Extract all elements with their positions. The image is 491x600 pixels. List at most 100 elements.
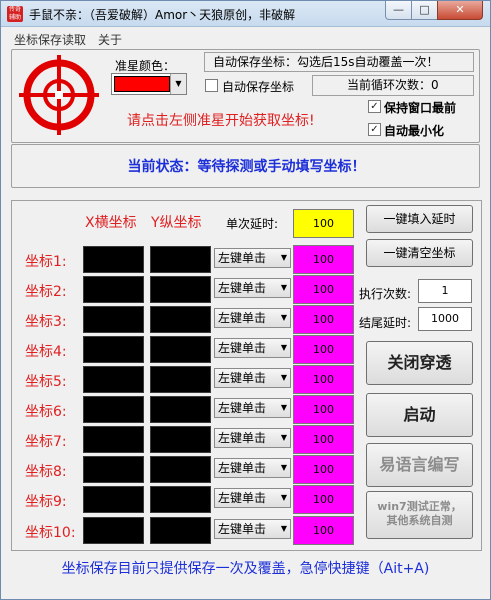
y-coord-input[interactable] <box>150 366 211 393</box>
click-action-value: 左键单击 <box>218 281 267 295</box>
y-coord-input[interactable] <box>150 456 211 483</box>
x-coord-input[interactable] <box>83 486 144 513</box>
loop-count-display: 当前循环次数：0 <box>312 75 474 96</box>
click-action-value: 左键单击 <box>218 371 267 385</box>
x-coord-input[interactable] <box>83 246 144 273</box>
click-action-value: 左键单击 <box>218 522 267 536</box>
y-coord-input[interactable] <box>150 426 211 453</box>
auto-minimize-label: 自动最小化 <box>384 124 445 138</box>
app-window: 传奇 辅助 手鼠不亲：（吾爱破解）Amor丶天狼原创，非破解 — □ ✕ 坐标保… <box>0 0 491 600</box>
x-coord-header: X横坐标 <box>85 215 137 231</box>
menu-coord-save-load[interactable]: 坐标保存读取 <box>14 31 86 48</box>
maximize-button[interactable]: □ <box>411 1 438 20</box>
easy-lang-button[interactable]: 易语言编写 <box>366 443 473 487</box>
keep-top-label: 保持窗口最前 <box>384 101 457 115</box>
x-coord-input[interactable] <box>83 336 144 363</box>
row-delay-input[interactable]: 100 <box>293 455 354 484</box>
start-button[interactable]: 启动 <box>366 393 473 437</box>
row-delay-input[interactable]: 100 <box>293 245 354 274</box>
click-action-select[interactable]: 左键单击 ▼ <box>214 519 291 539</box>
chevron-down-icon[interactable]: ▼ <box>170 74 186 94</box>
chevron-down-icon: ▼ <box>280 313 287 322</box>
status-panel: 当前状态：等待探测或手动填写坐标！ <box>11 144 480 188</box>
chevron-down-icon: ▼ <box>280 283 287 292</box>
star-color-swatch <box>114 76 170 92</box>
click-action-select[interactable]: 左键单击 ▼ <box>214 338 291 358</box>
row-delay-input[interactable]: 100 <box>293 275 354 304</box>
keep-top-checkbox[interactable]: ✓ <box>368 100 381 113</box>
y-coord-header: Y纵坐标 <box>151 215 202 231</box>
chevron-down-icon: ▼ <box>280 463 287 472</box>
y-coord-input[interactable] <box>150 246 211 273</box>
chevron-down-icon: ▼ <box>280 403 287 412</box>
click-action-value: 左键单击 <box>218 491 267 505</box>
click-action-select[interactable]: 左键单击 ▼ <box>214 458 291 478</box>
autosave-checkbox[interactable] <box>205 79 218 92</box>
close-through-button[interactable]: 关闭穿透 <box>366 341 473 385</box>
coord-row-label: 坐标6: <box>25 404 67 420</box>
status-text: 当前状态：等待探测或手动填写坐标！ <box>127 159 366 175</box>
coord-row-label: 坐标5: <box>25 374 67 390</box>
clear-coords-button[interactable]: 一键清空坐标 <box>366 239 473 267</box>
crosshair-icon[interactable] <box>15 51 103 139</box>
x-coord-input[interactable] <box>83 366 144 393</box>
x-coord-input[interactable] <box>83 276 144 303</box>
coord-row-label: 坐标4: <box>25 344 67 360</box>
y-coord-input[interactable] <box>150 306 211 333</box>
chevron-down-icon: ▼ <box>280 373 287 382</box>
coord-row-label: 坐标10: <box>25 525 76 541</box>
click-action-value: 左键单击 <box>218 341 267 355</box>
x-coord-input[interactable] <box>83 517 144 544</box>
autosave-hint: 自动保存坐标：勾选后15s自动覆盖一次！ <box>204 52 474 72</box>
single-delay-label: 单次延时: <box>226 217 279 231</box>
click-action-value: 左键单击 <box>218 311 267 325</box>
row-delay-input[interactable]: 100 <box>293 425 354 454</box>
chevron-down-icon: ▼ <box>280 433 287 442</box>
minimize-button[interactable]: — <box>385 1 412 20</box>
row-delay-input[interactable]: 100 <box>293 516 354 545</box>
footer-note: 坐标保存目前只提供保存一次及覆盖，急停快捷键（Ait+A) <box>61 561 430 577</box>
click-action-select[interactable]: 左键单击 ▼ <box>214 248 291 268</box>
y-coord-input[interactable] <box>150 336 211 363</box>
x-coord-input[interactable] <box>83 426 144 453</box>
menu-about[interactable]: 关于 <box>98 31 122 48</box>
end-delay-input[interactable]: 1000 <box>418 307 472 331</box>
y-coord-input[interactable] <box>150 396 211 423</box>
click-action-select[interactable]: 左键单击 ▼ <box>214 488 291 508</box>
auto-minimize-checkbox[interactable]: ✓ <box>368 123 381 136</box>
crosshair-hint: 请点击左侧准星开始获取坐标! <box>127 113 315 129</box>
win7-note-button[interactable]: win7测试正常， 其他系统自测 <box>366 491 473 539</box>
close-button[interactable]: ✕ <box>437 1 483 20</box>
star-color-label: 准星颜色： <box>115 59 176 73</box>
click-action-select[interactable]: 左键单击 ▼ <box>214 368 291 388</box>
chevron-down-icon: ▼ <box>280 524 287 533</box>
y-coord-input[interactable] <box>150 517 211 544</box>
click-action-value: 左键单击 <box>218 251 267 265</box>
win7-note-line1: win7测试正常， <box>377 500 462 513</box>
row-delay-input[interactable]: 100 <box>293 305 354 334</box>
y-coord-input[interactable] <box>150 276 211 303</box>
row-delay-input[interactable]: 100 <box>293 365 354 394</box>
star-color-select[interactable]: ▼ <box>111 73 187 95</box>
click-action-select[interactable]: 左键单击 ▼ <box>214 308 291 328</box>
click-action-value: 左键单击 <box>218 431 267 445</box>
click-action-select[interactable]: 左键单击 ▼ <box>214 398 291 418</box>
fill-delay-button[interactable]: 一键填入延时 <box>366 205 473 233</box>
coord-row-label: 坐标9: <box>25 494 67 510</box>
y-coord-input[interactable] <box>150 486 211 513</box>
chevron-down-icon: ▼ <box>280 493 287 502</box>
single-delay-input[interactable]: 100 <box>293 209 354 238</box>
x-coord-input[interactable] <box>83 456 144 483</box>
row-delay-input[interactable]: 100 <box>293 395 354 424</box>
chevron-down-icon: ▼ <box>280 253 287 262</box>
row-delay-input[interactable]: 100 <box>293 335 354 364</box>
coord-row-label: 坐标7: <box>25 434 67 450</box>
x-coord-input[interactable] <box>83 306 144 333</box>
x-coord-input[interactable] <box>83 396 144 423</box>
title-bar[interactable]: 传奇 辅助 手鼠不亲：（吾爱破解）Amor丶天狼原创，非破解 — □ ✕ <box>1 1 490 27</box>
coord-row-label: 坐标3: <box>25 314 67 330</box>
exec-count-input[interactable]: 1 <box>418 279 472 303</box>
click-action-select[interactable]: 左键单击 ▼ <box>214 428 291 448</box>
click-action-select[interactable]: 左键单击 ▼ <box>214 278 291 298</box>
row-delay-input[interactable]: 100 <box>293 485 354 514</box>
